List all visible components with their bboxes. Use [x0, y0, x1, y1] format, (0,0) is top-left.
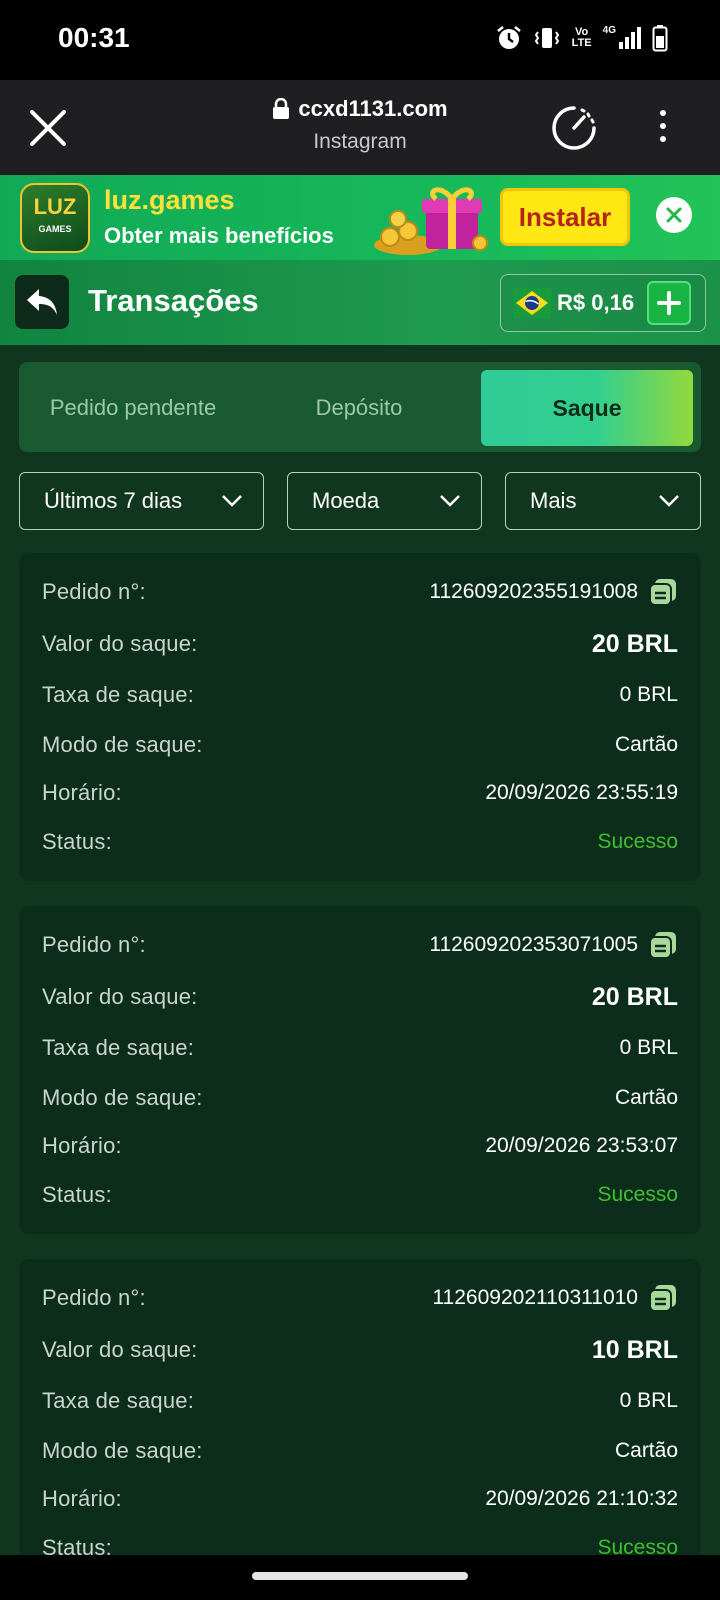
- withdrawal-amount: 20 BRL: [591, 982, 678, 1011]
- withdrawal-time: 20/09/2026 23:53:07: [485, 1134, 678, 1157]
- status-badge: Sucesso: [597, 830, 678, 853]
- order-number-text: 112609202353071005: [429, 933, 638, 956]
- fee-label: Taxa de saque:: [42, 682, 195, 707]
- withdrawal-mode: Cartão: [614, 1439, 678, 1462]
- status-label: Status:: [42, 1535, 112, 1555]
- mode-label: Modo de saque:: [42, 732, 203, 757]
- more-filter-label: Mais: [530, 488, 577, 513]
- transaction-card: Pedido n°: 112609202355191008 Valor do s…: [19, 553, 701, 881]
- status-label: Status:: [42, 829, 112, 854]
- chevron-down-icon: [659, 495, 679, 507]
- close-icon[interactable]: [26, 106, 70, 150]
- add-funds-button[interactable]: [647, 281, 691, 325]
- withdrawal-fee: 0 BRL: [619, 1389, 678, 1412]
- withdrawal-fee: 0 BRL: [619, 1036, 678, 1059]
- ad-close-button[interactable]: [656, 197, 692, 233]
- date-filter-dropdown[interactable]: Últimos 7 dias: [19, 472, 264, 530]
- alarm-icon: [496, 26, 521, 49]
- volte-indicator: Vo LTE: [571, 26, 592, 49]
- withdrawal-mode: Cartão: [614, 1086, 678, 1109]
- status-icons: Vo LTE 4G: [495, 24, 668, 52]
- network-type: 4G: [602, 25, 616, 36]
- install-banner: LUZ GAMES luz.games Obter mais benefício…: [0, 175, 720, 260]
- url-source: Instagram: [313, 130, 407, 153]
- copy-icon[interactable]: [648, 577, 678, 607]
- chevron-down-icon: [440, 495, 460, 507]
- signal-group: 4G: [603, 25, 642, 51]
- tab-withdrawal[interactable]: Saque: [481, 370, 693, 446]
- order-number-text: 112609202110311010: [432, 1286, 638, 1309]
- ad-title: luz.games: [104, 185, 235, 215]
- speedometer-icon[interactable]: [550, 104, 598, 152]
- transaction-card: Pedido n°: 112609202353071005 Valor do s…: [19, 906, 701, 1234]
- copy-icon[interactable]: [648, 1283, 678, 1313]
- status-label: Status:: [42, 1182, 112, 1207]
- more-menu-icon[interactable]: [658, 110, 668, 146]
- mode-label: Modo de saque:: [42, 1438, 203, 1463]
- order-number: 112609202355191008: [429, 577, 678, 607]
- date-filter-label: Últimos 7 dias: [44, 488, 183, 513]
- url-text: ccxd1131.com: [298, 96, 448, 121]
- time-label: Horário:: [42, 1133, 122, 1158]
- transaction-tabs: Pedido pendente Depósito Saque: [19, 362, 701, 452]
- status-bar: 00:31 Vo LTE 4G: [0, 0, 720, 80]
- order-label: Pedido n°:: [42, 579, 146, 604]
- page-title: Transações: [88, 283, 259, 318]
- withdrawal-amount: 20 BRL: [591, 629, 678, 658]
- withdrawal-time: 20/09/2026 23:55:19: [485, 781, 678, 804]
- withdrawal-fee: 0 BRL: [619, 683, 678, 706]
- navigation-bar: [0, 1555, 720, 1600]
- lock-icon: [273, 98, 290, 119]
- brazil-flag-icon: [513, 288, 551, 318]
- plus-icon: [657, 291, 681, 315]
- status-time: 00:31: [58, 22, 130, 53]
- order-label: Pedido n°:: [42, 932, 146, 957]
- order-number: 112609202353071005: [429, 930, 678, 960]
- signal-icon: [619, 27, 641, 49]
- status-badge: Sucesso: [597, 1536, 678, 1555]
- ad-subtitle: Obter mais benefícios: [104, 223, 334, 248]
- tab-deposit[interactable]: Depósito: [247, 370, 471, 446]
- app-logo: LUZ GAMES: [20, 183, 90, 253]
- time-label: Horário:: [42, 1486, 122, 1511]
- battery-icon: [652, 25, 668, 52]
- balance-amount: R$ 0,16: [557, 290, 635, 315]
- withdrawal-amount: 10 BRL: [591, 1335, 678, 1364]
- balance-widget: R$ 0,16: [500, 274, 706, 332]
- amount-label: Valor do saque:: [42, 1337, 198, 1362]
- currency-filter-dropdown[interactable]: Moeda: [287, 472, 482, 530]
- order-label: Pedido n°:: [42, 1285, 146, 1310]
- withdrawal-mode: Cartão: [614, 733, 678, 756]
- order-number: 112609202110311010: [432, 1283, 678, 1313]
- page-header: Transações R$ 0,16: [0, 260, 720, 345]
- status-badge: Sucesso: [597, 1183, 678, 1206]
- currency-filter-label: Moeda: [312, 488, 380, 513]
- home-gesture-handle[interactable]: [252, 1572, 468, 1580]
- time-label: Horário:: [42, 780, 122, 805]
- url-area[interactable]: ccxd1131.com Instagram: [200, 96, 520, 154]
- amount-label: Valor do saque:: [42, 631, 198, 656]
- tab-pending-orders[interactable]: Pedido pendente: [19, 370, 247, 446]
- transaction-card: Pedido n°: 112609202110311010 Valor do s…: [19, 1259, 701, 1555]
- chevron-down-icon: [222, 495, 242, 507]
- close-icon: [666, 207, 682, 223]
- fee-label: Taxa de saque:: [42, 1035, 195, 1060]
- mode-label: Modo de saque:: [42, 1085, 203, 1110]
- more-filter-dropdown[interactable]: Mais: [505, 472, 701, 530]
- withdrawal-time: 20/09/2026 21:10:32: [485, 1487, 678, 1510]
- copy-icon[interactable]: [648, 930, 678, 960]
- back-button[interactable]: [15, 275, 69, 329]
- vibrate-icon: [534, 28, 559, 48]
- transactions-content: Pedido pendente Depósito Saque Últimos 7…: [0, 345, 720, 1555]
- browser-bar: ccxd1131.com Instagram: [0, 80, 720, 175]
- amount-label: Valor do saque:: [42, 984, 198, 1009]
- install-button[interactable]: Instalar: [500, 188, 630, 246]
- back-arrow-icon: [27, 289, 57, 315]
- gift-coins-icon: [374, 187, 488, 255]
- order-number-text: 112609202355191008: [429, 580, 638, 603]
- fee-label: Taxa de saque:: [42, 1388, 195, 1413]
